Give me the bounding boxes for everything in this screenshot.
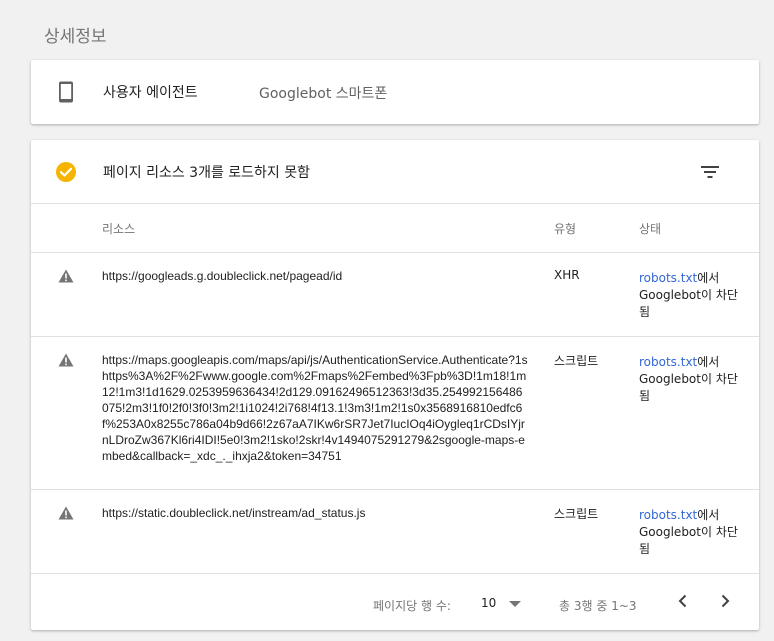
resource-type: 스크립트 [554,507,599,521]
column-header-resource[interactable]: 리소스 [102,220,135,237]
resource-url: https://static.doubleclick.net/instream/… [102,506,366,520]
table-row: https://googleads.g.doubleclick.net/page… [31,253,759,337]
resource-url: https://maps.googleapis.com/maps/api/js/… [102,353,528,463]
rows-per-page-select[interactable]: 10 [481,596,496,610]
smartphone-icon [59,81,73,103]
resource-type: XHR [554,268,580,282]
column-header-status[interactable]: 상태 [639,220,661,237]
user-agent-card: 사용자 에이전트 Googlebot 스마트폰 [31,60,759,124]
warning-icon [58,353,74,367]
table-header: 리소스 유형 상태 [31,204,759,253]
table-row: https://static.doubleclick.net/instream/… [31,490,759,574]
resource-status: robots.txt에서 Googlebot이 차단됨 [639,354,739,405]
resource-url: https://googleads.g.doubleclick.net/page… [102,269,343,283]
resources-header: 페이지 리소스 3개를 로드하지 못함 [31,140,759,204]
warning-icon [58,506,74,520]
robots-txt-link[interactable]: robots.txt [639,508,697,522]
chevron-right-icon[interactable] [717,592,733,610]
dropdown-arrow-icon[interactable] [509,601,521,607]
pagination: 페이지당 행 수: 10 총 3행 중 1~3 [31,574,759,630]
robots-txt-link[interactable]: robots.txt [639,355,697,369]
warning-icon [58,269,74,283]
column-header-type[interactable]: 유형 [554,220,576,237]
user-agent-value: Googlebot 스마트폰 [259,86,388,102]
resource-status: robots.txt에서 Googlebot이 차단됨 [639,270,739,321]
filter-list-icon[interactable] [699,161,721,183]
pagination-range: 총 3행 중 1~3 [559,599,637,613]
user-agent-label: 사용자 에이전트 [103,85,198,101]
resource-status: robots.txt에서 Googlebot이 차단됨 [639,507,739,558]
robots-txt-link[interactable]: robots.txt [639,271,697,285]
chevron-left-icon[interactable] [675,592,691,610]
section-title: 상세정보 [44,27,107,47]
table-row: https://maps.googleapis.com/maps/api/js/… [31,337,759,490]
check-circle-icon [56,162,76,182]
resources-title: 페이지 리소스 3개를 로드하지 못함 [103,165,311,181]
rows-per-page-label: 페이지당 행 수: [373,599,451,613]
resource-type: 스크립트 [554,354,599,368]
page-resources-card: 페이지 리소스 3개를 로드하지 못함 리소스 유형 상태 https://go… [31,140,759,630]
